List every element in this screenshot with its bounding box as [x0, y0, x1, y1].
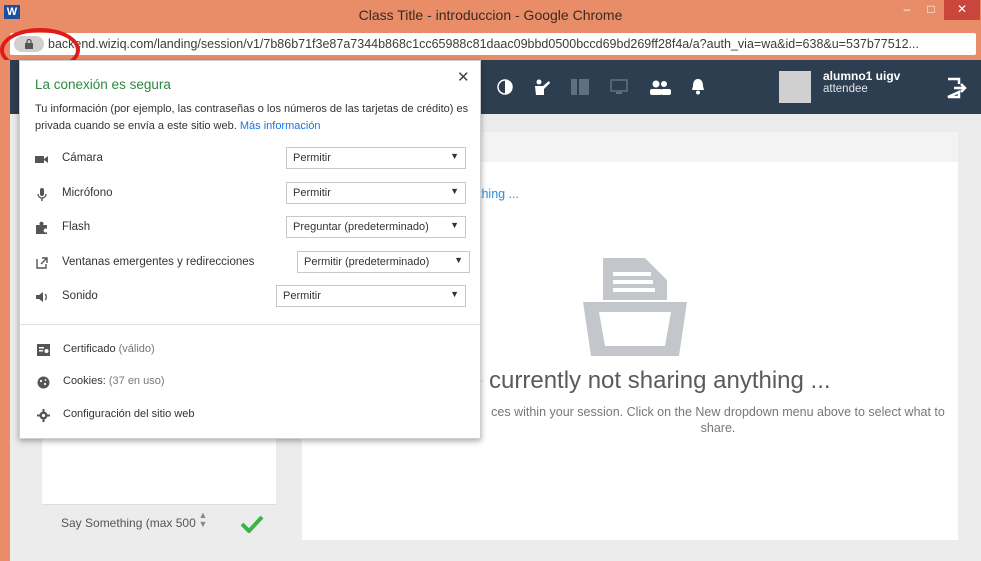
empty-state-title: e currently not sharing anything ...	[469, 367, 831, 394]
certificate-row[interactable]: Certificado (válido)	[35, 341, 335, 361]
permission-label: Flash	[62, 221, 91, 233]
window-titlebar: W Class Title - introduccion - Google Ch…	[0, 0, 981, 28]
connection-secure-title: La conexión es segura	[35, 77, 171, 92]
maximize-button[interactable]: □	[920, 0, 942, 20]
gear-icon	[37, 409, 50, 422]
popup-close-button[interactable]: ✕	[457, 68, 470, 86]
permission-select-camera[interactable]: Permitir ▼	[286, 147, 466, 169]
site-settings-label: Configuración del sitio web	[63, 408, 195, 420]
camera-icon	[35, 156, 48, 163]
contrast-icon[interactable]	[497, 79, 513, 95]
dropdown-arrow-icon: ▼	[450, 220, 459, 230]
permission-label: Cámara	[62, 152, 103, 164]
certificate-icon	[37, 344, 50, 356]
permission-select-flash[interactable]: Preguntar (predeterminado) ▼	[286, 216, 466, 238]
cookies-row[interactable]: Cookies: (37 en uso)	[35, 373, 335, 393]
certificate-label: Certificado (válido)	[63, 343, 155, 355]
dropdown-arrow-icon: ▼	[454, 255, 463, 265]
chat-input[interactable]: Say Something (max 500	[61, 516, 196, 530]
permission-value: Preguntar (predeterminado)	[293, 221, 429, 233]
raise-hand-icon[interactable]	[533, 78, 551, 96]
url-field[interactable]: backend.wiziq.com/landing/session/v1/7b8…	[10, 33, 976, 55]
site-info-popup: La conexión es segura ✕ Tu información (…	[19, 60, 481, 439]
close-window-button[interactable]: ✕	[944, 0, 980, 20]
popup-divider	[20, 324, 480, 325]
url-text: backend.wiziq.com/landing/session/v1/7b8…	[48, 37, 919, 51]
cookies-label: Cookies: (37 en uso)	[63, 375, 165, 387]
address-bar: backend.wiziq.com/landing/session/v1/7b8…	[0, 28, 981, 60]
permission-row-microphone: Micrófono Permitir ▼	[35, 182, 466, 206]
empty-tray-icon	[583, 258, 687, 356]
minimize-button[interactable]: –	[896, 0, 918, 20]
window-frame-left	[0, 60, 10, 561]
cookie-icon	[37, 376, 50, 389]
more-info-link[interactable]: Más información	[240, 120, 321, 132]
speaker-icon	[36, 292, 47, 302]
dropdown-arrow-icon: ▼	[450, 289, 459, 299]
microphone-icon	[37, 188, 47, 201]
connection-description: Tu información (por ejemplo, las contras…	[35, 101, 475, 135]
permission-row-sound: Sonido Permitir ▼	[35, 285, 466, 309]
window-title: Class Title - introduccion - Google Chro…	[358, 7, 623, 23]
permission-label: Sonido	[62, 290, 98, 302]
permission-select-sound[interactable]: Permitir ▼	[276, 285, 466, 307]
empty-state-subtext: ces within your session. Click on the Ne…	[491, 405, 945, 435]
layout-icon[interactable]	[571, 79, 589, 95]
user-name: alumno1 uigv	[823, 69, 901, 83]
permission-row-flash: Flash Preguntar (predeterminado) ▼	[35, 216, 466, 240]
puzzle-icon	[36, 221, 47, 234]
send-check-icon[interactable]	[240, 515, 264, 533]
logout-icon[interactable]	[945, 76, 969, 100]
site-settings-row[interactable]: Configuración del sitio web	[35, 406, 335, 426]
permission-select-popups[interactable]: Permitir (predeterminado) ▼	[297, 251, 470, 273]
hint-text: thing ...	[478, 187, 519, 201]
screen-share-icon[interactable]	[610, 79, 628, 95]
permission-label: Ventanas emergentes y redirecciones	[62, 256, 255, 268]
notification-bell-icon[interactable]	[691, 78, 705, 95]
permission-row-popups: Ventanas emergentes y redirecciones Perm…	[35, 251, 470, 275]
user-role: attendee	[823, 83, 868, 95]
permission-value: Permitir	[293, 187, 331, 199]
permission-value: Permitir	[293, 152, 331, 164]
popup-icon	[36, 257, 48, 269]
permission-value: Permitir	[283, 290, 321, 302]
participants-icon[interactable]	[649, 79, 671, 95]
permission-select-microphone[interactable]: Permitir ▼	[286, 182, 466, 204]
chat-stepper[interactable]: ▲ ▼	[196, 511, 210, 531]
permission-value: Permitir (predeterminado)	[304, 256, 430, 268]
dropdown-arrow-icon: ▼	[450, 151, 459, 161]
avatar[interactable]	[779, 71, 811, 103]
permission-label: Micrófono	[62, 187, 113, 199]
permission-row-camera: Cámara Permitir ▼	[35, 147, 466, 171]
dropdown-arrow-icon: ▼	[450, 186, 459, 196]
